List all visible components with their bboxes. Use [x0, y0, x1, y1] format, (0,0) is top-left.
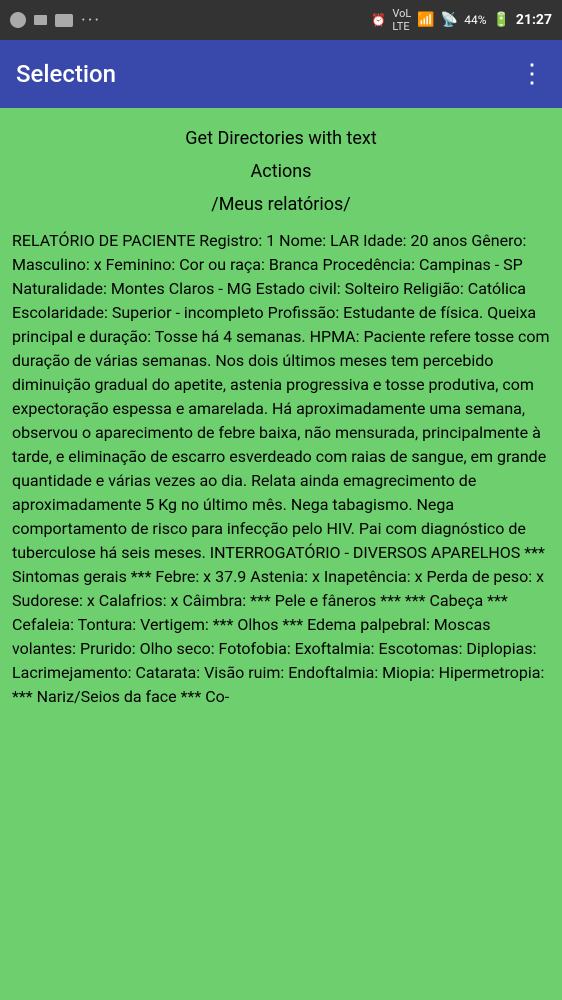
status-bar-left: ··· [10, 10, 101, 31]
time-label: 21:27 [516, 12, 552, 28]
report-path-label[interactable]: /Meus relatórios/ [12, 194, 550, 215]
signal-icon: 📡 [441, 12, 458, 28]
status-bar: ··· ⏰ VoLLTE 📶 📡 44% 🔋 21:27 [0, 0, 562, 40]
more-horizontal-icon: ··· [81, 10, 101, 31]
get-directories-label[interactable]: Get Directories with text [12, 128, 550, 149]
app-bar: Selection ⋮ [0, 40, 562, 108]
alarm-icon: ⏰ [371, 13, 386, 27]
square-icon [34, 15, 47, 25]
battery-icon: 🔋 [492, 12, 509, 28]
status-bar-right: ⏰ VoLLTE 📶 📡 44% 🔋 21:27 [371, 7, 552, 33]
more-options-icon[interactable]: ⋮ [519, 59, 546, 89]
image-icon [55, 14, 73, 27]
wifi-icon: 📶 [417, 12, 434, 28]
actions-label[interactable]: Actions [12, 161, 550, 182]
report-text: RELATÓRIO DE PACIENTE Registro: 1 Nome: … [12, 229, 550, 709]
page-title: Selection [16, 60, 116, 88]
content-area: Get Directories with text Actions /Meus … [0, 108, 562, 1000]
circle-icon [10, 12, 26, 28]
battery-label: 44% [464, 13, 486, 27]
vol-lte-label: VoLLTE [392, 7, 411, 33]
